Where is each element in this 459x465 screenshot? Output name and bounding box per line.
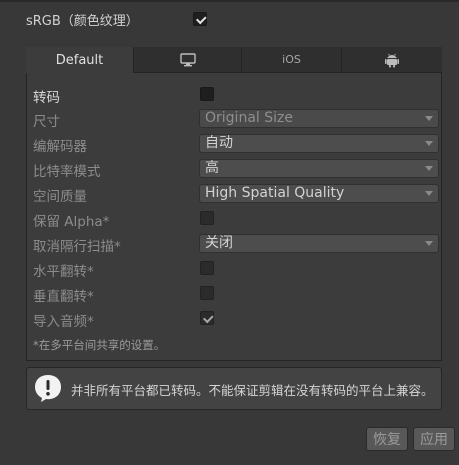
revert-label: 恢复 — [373, 432, 401, 448]
bitrate-dropdown[interactable]: 高 — [199, 159, 439, 178]
srgb-label: sRGB（颜色纹理） — [26, 14, 139, 29]
tab-standalone[interactable] — [134, 47, 242, 73]
tab-ios[interactable]: iOS — [242, 47, 342, 73]
check-icon — [203, 312, 214, 324]
check-icon — [196, 13, 207, 25]
chevron-down-icon — [425, 241, 433, 246]
bitrate-value: 高 — [205, 160, 219, 176]
deinterlace-dropdown[interactable]: 关闭 — [199, 234, 439, 253]
srgb-checkbox[interactable] — [193, 12, 207, 26]
import-audio-label: 导入音频* — [33, 314, 94, 330]
flip-horizontal-label: 水平翻转* — [33, 264, 94, 280]
top-divider — [0, 0, 459, 2]
size-value: Original Size — [205, 110, 293, 126]
spatial-quality-label: 空间质量 — [33, 189, 87, 205]
revert-button[interactable]: 恢复 — [366, 427, 408, 451]
bitrate-label: 比特率模式 — [33, 164, 101, 180]
tab-default-label: Default — [55, 52, 104, 68]
warning-icon — [35, 375, 61, 402]
apply-label: 应用 — [420, 432, 448, 448]
spatial-quality-dropdown[interactable]: High Spatial Quality — [199, 184, 439, 203]
monitor-icon — [179, 52, 196, 66]
apply-button[interactable]: 应用 — [413, 427, 455, 451]
codec-label: 编解码器 — [33, 139, 87, 155]
flip-vertical-label: 垂直翻转* — [33, 289, 94, 305]
transcode-label: 转码 — [33, 90, 60, 106]
tab-android[interactable] — [342, 47, 442, 73]
size-dropdown[interactable]: Original Size — [199, 109, 439, 128]
size-label: 尺寸 — [33, 114, 60, 130]
spatial-quality-value: High Spatial Quality — [205, 185, 345, 201]
keep-alpha-label: 保留 Alpha* — [33, 214, 110, 230]
warning-text: 并非所有平台都已转码。不能保证剪辑在没有转码的平台上兼容。 — [71, 383, 434, 398]
deinterlace-label: 取消隔行扫描* — [33, 239, 121, 255]
chevron-down-icon — [425, 191, 433, 196]
codec-value: 自动 — [205, 135, 233, 151]
deinterlace-value: 关闭 — [205, 235, 233, 251]
platform-tabs: Default iOS — [26, 47, 442, 73]
codec-dropdown[interactable]: 自动 — [199, 134, 439, 153]
keep-alpha-checkbox[interactable] — [200, 211, 214, 225]
import-audio-checkbox[interactable] — [200, 311, 214, 325]
android-icon — [385, 53, 399, 67]
transcode-checkbox[interactable] — [200, 87, 214, 101]
shared-settings-note: *在多平台间共享的设置。 — [33, 338, 166, 352]
chevron-down-icon — [425, 141, 433, 146]
flip-vertical-checkbox[interactable] — [200, 286, 214, 300]
tab-default[interactable]: Default — [26, 47, 134, 73]
chevron-down-icon — [425, 116, 433, 121]
flip-horizontal-checkbox[interactable] — [200, 261, 214, 275]
chevron-down-icon — [425, 166, 433, 171]
tab-ios-label: iOS — [282, 53, 301, 66]
